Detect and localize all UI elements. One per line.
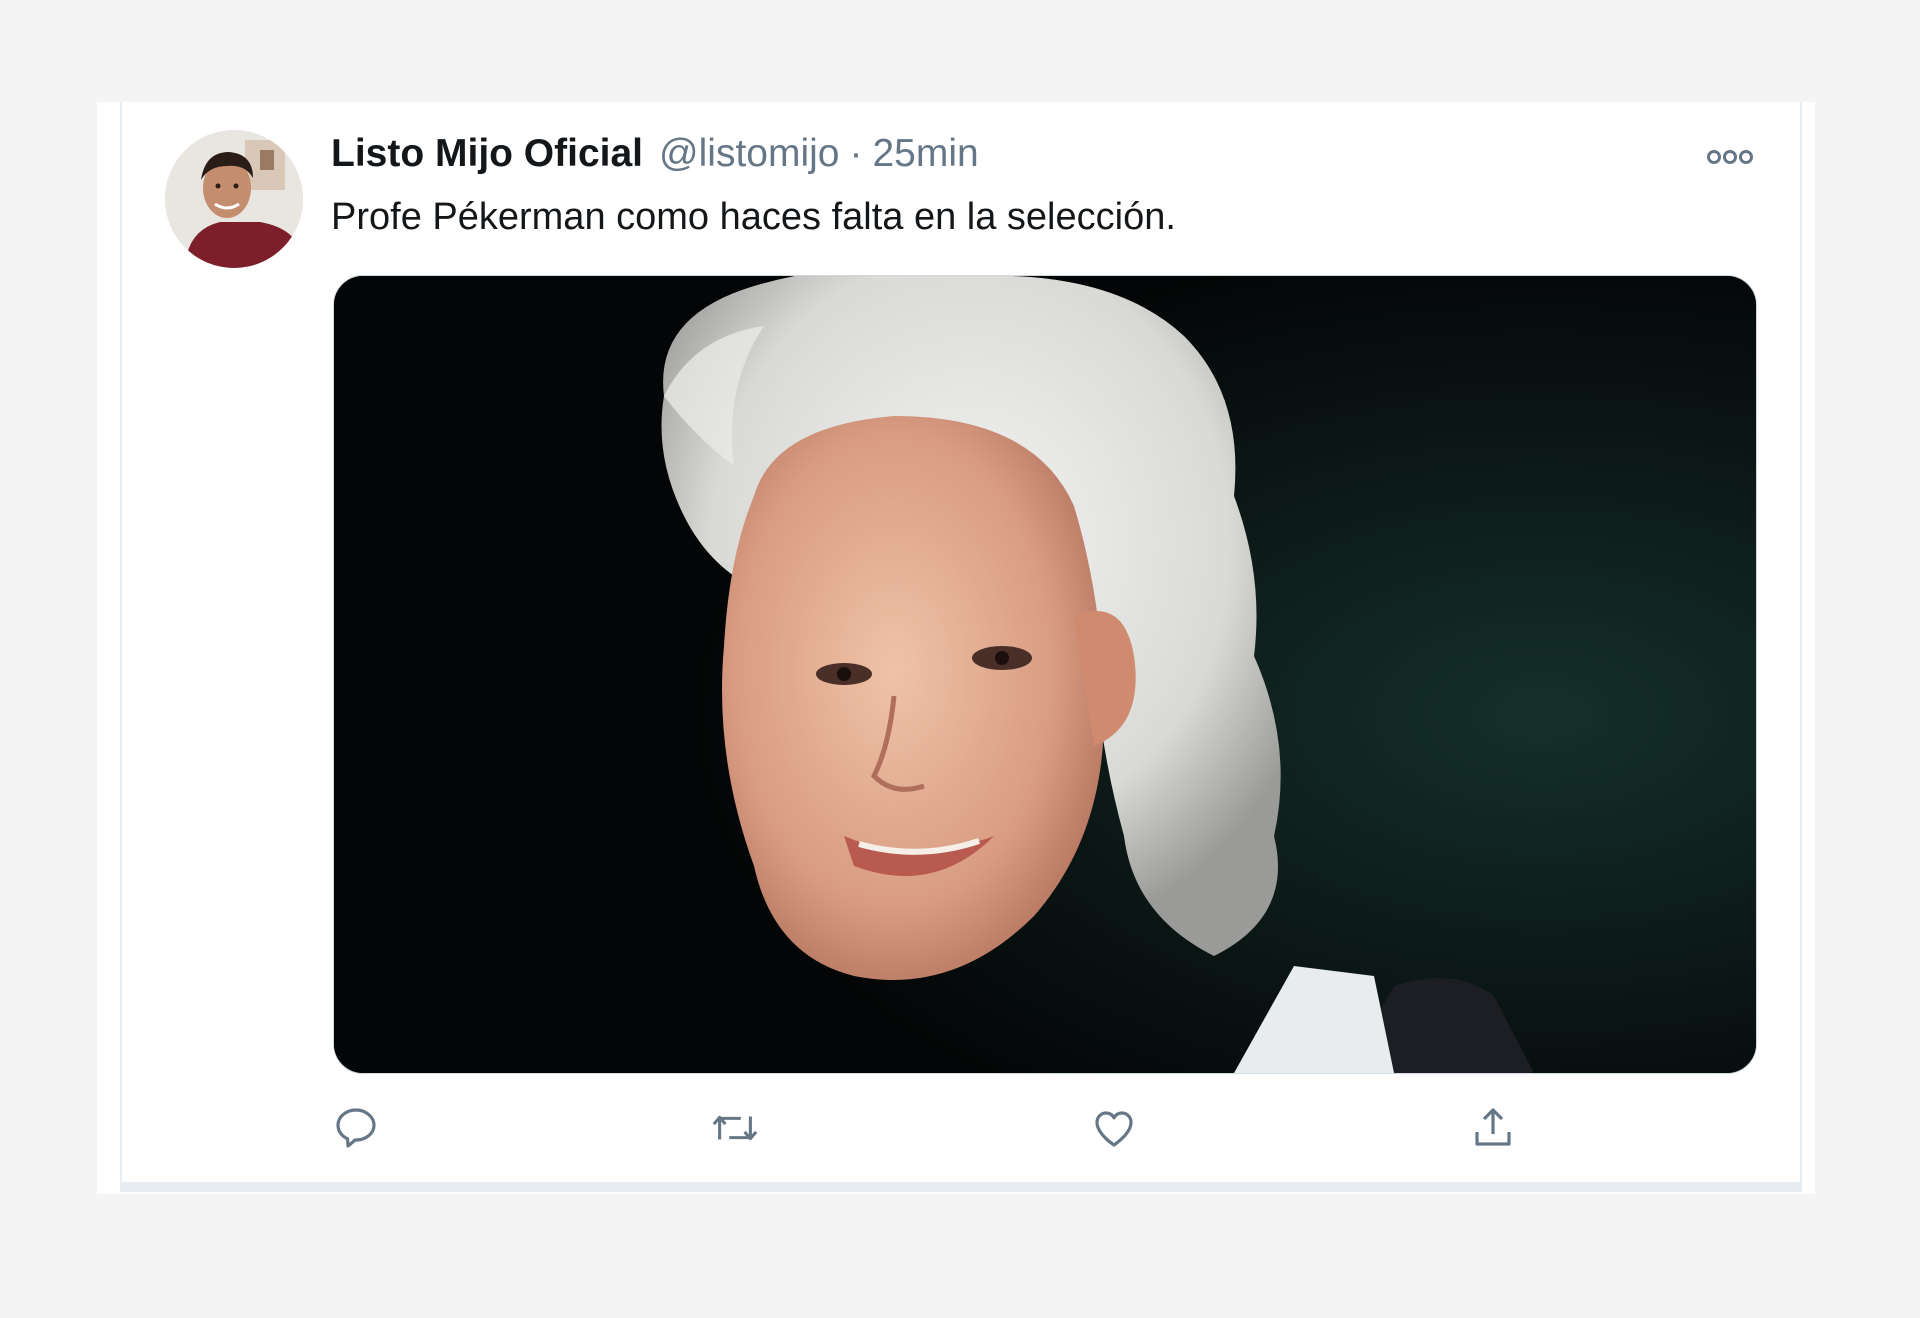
reply-button[interactable] — [328, 1100, 384, 1156]
photo-portrait — [334, 276, 1756, 1073]
display-name[interactable]: Listo Mijo Oficial — [331, 132, 643, 176]
tweet-text: Profe Pékerman como haces falta en la se… — [331, 196, 1176, 238]
tweet-timestamp[interactable]: 25min — [872, 132, 978, 176]
like-button[interactable] — [1086, 1100, 1142, 1156]
tweet-divider — [120, 1182, 1802, 1192]
retweet-icon — [712, 1115, 758, 1141]
retweet-button[interactable] — [707, 1100, 763, 1156]
tweet-media-photo[interactable] — [333, 275, 1757, 1074]
header-separator: · — [849, 132, 863, 175]
user-handle[interactable]: @listomijo — [659, 132, 839, 176]
tweet-header: Listo Mijo Oficial @listomijo · 25min — [331, 132, 979, 182]
share-button[interactable] — [1465, 1100, 1521, 1156]
reply-icon — [336, 1108, 376, 1148]
avatar-image — [165, 130, 303, 268]
heart-icon — [1095, 1111, 1133, 1147]
avatar[interactable] — [165, 130, 303, 268]
share-icon — [1475, 1108, 1511, 1146]
more-options-button[interactable] — [1700, 140, 1760, 174]
more-horizontal-icon — [1707, 150, 1753, 164]
